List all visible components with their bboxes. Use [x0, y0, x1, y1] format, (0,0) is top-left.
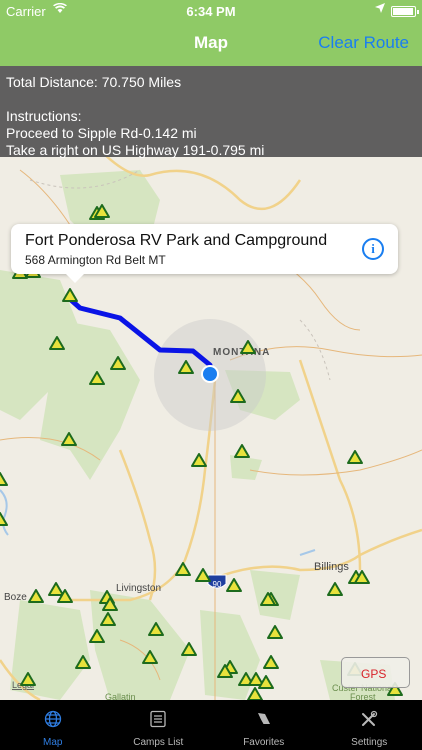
tab-settings[interactable]: Settings [317, 700, 422, 750]
map-label-billings: Billings [314, 561, 349, 573]
total-distance: Total Distance: 70.750 Miles [6, 74, 182, 90]
campsite-marker[interactable] [267, 625, 283, 639]
tab-camps-list[interactable]: Camps List [106, 700, 212, 750]
tab-label: Favorites [243, 737, 285, 748]
gps-button-label: GPS [361, 667, 387, 681]
campsite-marker[interactable] [28, 589, 44, 603]
map-label-livingston: Livingston [116, 583, 161, 594]
instructions-heading: Instructions: [6, 108, 82, 124]
nav-header: Carrier 6:34 PM Map Clear Route [0, 0, 422, 66]
list-icon [106, 710, 212, 728]
tools-icon [317, 710, 422, 728]
clear-route-button[interactable]: Clear Route [318, 33, 409, 53]
campsite-marker[interactable] [191, 453, 207, 467]
campsite-marker[interactable] [263, 655, 279, 669]
campsite-marker[interactable] [0, 472, 8, 486]
campsite-marker[interactable] [347, 450, 363, 464]
map-label-bozeman: Boze [4, 592, 27, 603]
instruction-step: Take a right on US Highway 191-0.795 mi [6, 142, 265, 158]
globe-icon [0, 710, 106, 728]
campsite-marker[interactable] [234, 444, 250, 458]
campground-callout[interactable]: Fort Ponderosa RV Park and Campground 56… [11, 224, 398, 283]
tab-favorites[interactable]: Favorites [211, 700, 317, 750]
status-bar: Carrier 6:34 PM [0, 0, 422, 22]
route-instructions-panel: Total Distance: 70.750 Miles Instruction… [0, 66, 422, 158]
campsite-marker[interactable] [226, 578, 242, 592]
status-time: 6:34 PM [186, 4, 236, 19]
battery-icon [391, 6, 419, 17]
instruction-step: Proceed to Sipple Rd-0.142 mi [6, 125, 197, 141]
battery-fill [393, 8, 413, 15]
tab-bar: Map Camps List Favorites Settings [0, 700, 422, 750]
campsite-marker[interactable] [247, 687, 263, 701]
tab-label: Settings [351, 737, 388, 748]
tab-label: Camps List [133, 737, 184, 748]
location-arrow-icon [375, 3, 385, 16]
user-location-dot [203, 367, 217, 381]
info-icon[interactable]: i [362, 238, 384, 260]
gps-button[interactable]: GPS [341, 657, 410, 688]
interstate-shield: 90 [207, 574, 227, 589]
callout-address: 568 Armington Rd Belt MT [25, 253, 166, 267]
campsite-marker[interactable] [48, 582, 64, 596]
interstate-label: 90 [213, 580, 222, 589]
tab-map[interactable]: Map [0, 700, 106, 750]
callout-title: Fort Ponderosa RV Park and Campground [25, 232, 328, 249]
tent-icon [211, 710, 317, 728]
campsite-marker[interactable] [327, 582, 343, 596]
tab-label: Map [43, 737, 63, 748]
